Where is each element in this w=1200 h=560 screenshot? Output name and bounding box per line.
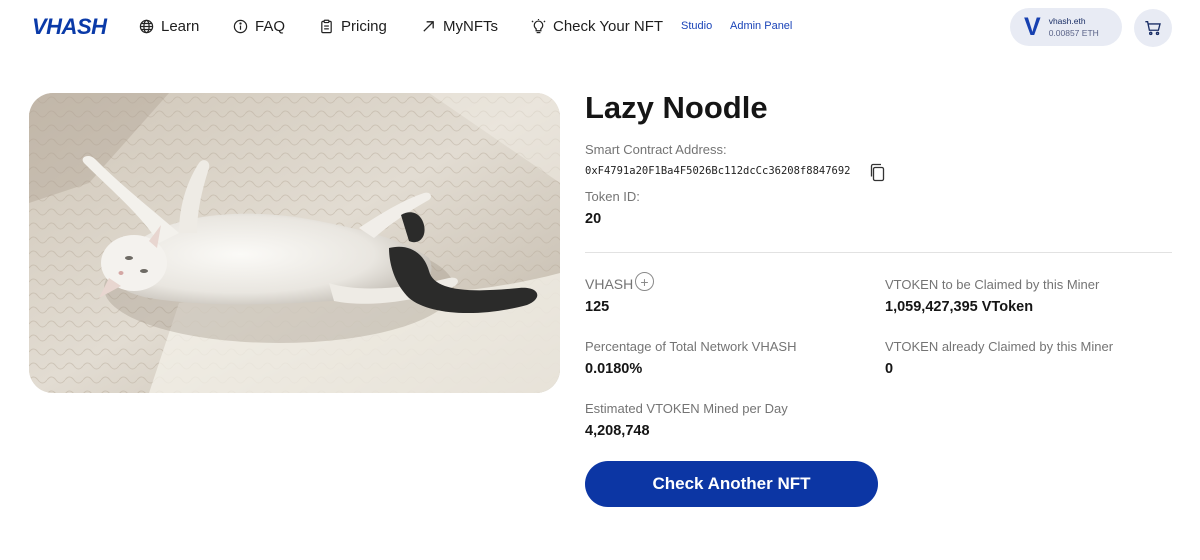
logo[interactable]: VHASH <box>32 14 107 40</box>
claimed-value: 0 <box>885 361 894 377</box>
globe-icon <box>139 19 154 34</box>
divider <box>585 252 1172 253</box>
clipboard-icon <box>321 19 332 34</box>
claimed-label: VTOKEN already Claimed by this Miner <box>885 339 1114 354</box>
nav-studio-link[interactable]: Studio <box>681 20 712 32</box>
vhash-label: VHASH <box>585 276 634 292</box>
cart-button[interactable] <box>1134 9 1172 47</box>
wallet-button[interactable]: V vhash.eth 0.00857 ETH <box>1010 8 1122 46</box>
to-claim-value: 1,059,427,395 VToken <box>885 299 1034 315</box>
info-icon <box>233 19 248 34</box>
nav-learn-label: Learn <box>161 18 200 35</box>
wallet-avatar: V <box>1024 12 1041 41</box>
network-pct-label: Percentage of Total Network VHASH <box>585 339 797 354</box>
est-mined-label: Estimated VTOKEN Mined per Day <box>585 401 788 416</box>
top-nav: VHASH Learn FAQ Pricing MyNFTs Check You… <box>0 0 1200 56</box>
cat-photo <box>29 93 560 393</box>
nav-mynfts-label: MyNFTs <box>443 18 498 35</box>
vhash-value: 125 <box>585 299 610 315</box>
lightbulb-icon <box>531 19 546 34</box>
nav-pricing-label: Pricing <box>341 18 387 35</box>
contract-address: 0xF4791a20F1Ba4F5026Bc112dcCc36208f88476… <box>585 165 851 177</box>
nav-check-nft[interactable]: Check Your NFT <box>531 18 663 35</box>
nav-pricing[interactable]: Pricing <box>319 18 387 35</box>
nav-check-nft-label: Check Your NFT <box>553 18 664 35</box>
token-id-value: 20 <box>585 211 602 227</box>
nav-admin-link[interactable]: Admin Panel <box>730 20 792 32</box>
wallet-name: vhash.eth <box>1048 16 1086 26</box>
nav-learn[interactable]: Learn <box>139 18 199 35</box>
wallet-balance: 0.00857 ETH <box>1048 28 1099 38</box>
to-claim-label: VTOKEN to be Claimed by this Miner <box>885 277 1100 292</box>
cart-icon <box>1145 21 1161 36</box>
nav-faq[interactable]: FAQ <box>233 18 285 35</box>
add-vhash-icon[interactable]: + <box>635 272 654 291</box>
est-mined-value: 4,208,748 <box>585 423 650 439</box>
token-id-label: Token ID: <box>585 189 640 204</box>
nav-faq-label: FAQ <box>255 18 286 35</box>
network-pct-value: 0.0180% <box>585 361 643 377</box>
nft-title: Lazy Noodle <box>585 90 768 125</box>
copy-icon[interactable] <box>869 163 886 182</box>
check-another-nft-button[interactable]: Check Another NFT <box>585 461 878 507</box>
contract-label: Smart Contract Address: <box>585 142 727 157</box>
nav-mynfts[interactable]: MyNFTs <box>421 18 498 35</box>
nft-image <box>29 93 560 393</box>
arrow-up-right-icon <box>423 21 434 32</box>
